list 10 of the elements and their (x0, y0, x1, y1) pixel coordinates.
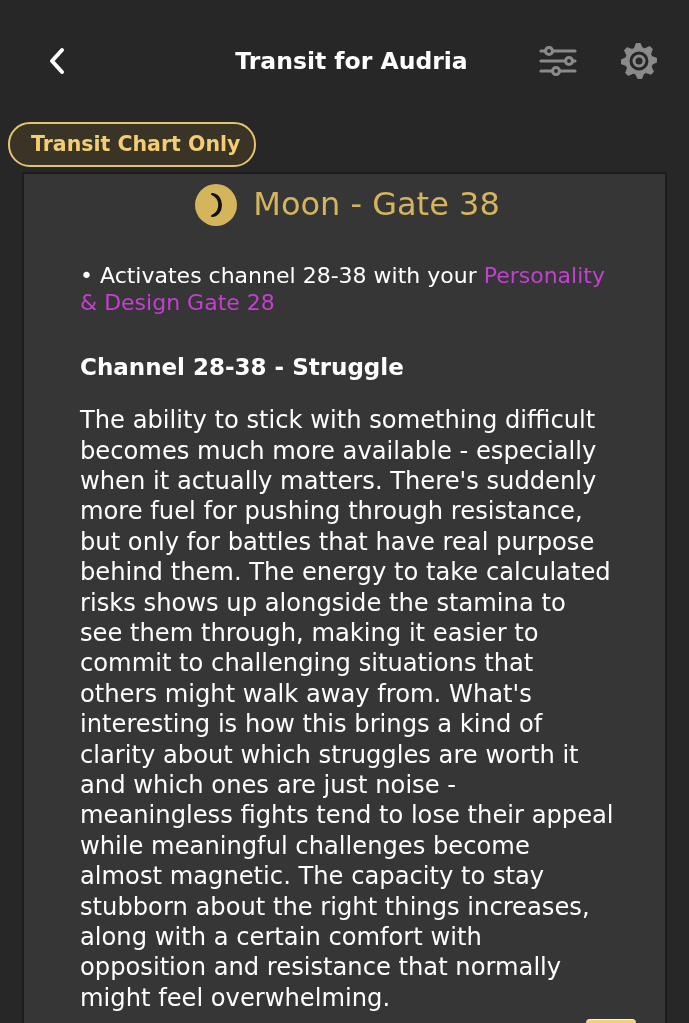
cut-off-button[interactable] (586, 1019, 636, 1023)
channel-heading: Channel 28-38 - Struggle (80, 353, 405, 382)
screen-title: Transit for Audria (235, 46, 468, 76)
settings-icon[interactable] (621, 43, 657, 79)
channel-description: The ability to stick with something difficult becomes much more available - especially when it actually matters. There's suddenly more fuel for pushing through resistance, but only for battles that have real purpose behind them. The energy to take calculated risks shows up alongside the stamina to see them through, making it easier to commit to challenging situations that others might walk away from. What's interesting is how this brings a kind of clarity about which struggles are worth it and which ones are just noise - meaningless fights tend to lose their appeal while meaningful challenges become almost magnetic. The capacity to stay stubborn about the right things increases, along with a certain comfort with opposition and resistance that normally might feel overwhelming. (80, 405, 615, 1014)
sliders-icon[interactable] (539, 46, 577, 76)
filter-badge[interactable]: Transit Chart Only (8, 122, 257, 167)
activation-text: • Activates channel 28-38 with your Personality & Design Gate 28 (80, 261, 606, 316)
moon-icon (195, 183, 238, 226)
planet-gate-title: Moon - Gate 38 (253, 185, 500, 224)
